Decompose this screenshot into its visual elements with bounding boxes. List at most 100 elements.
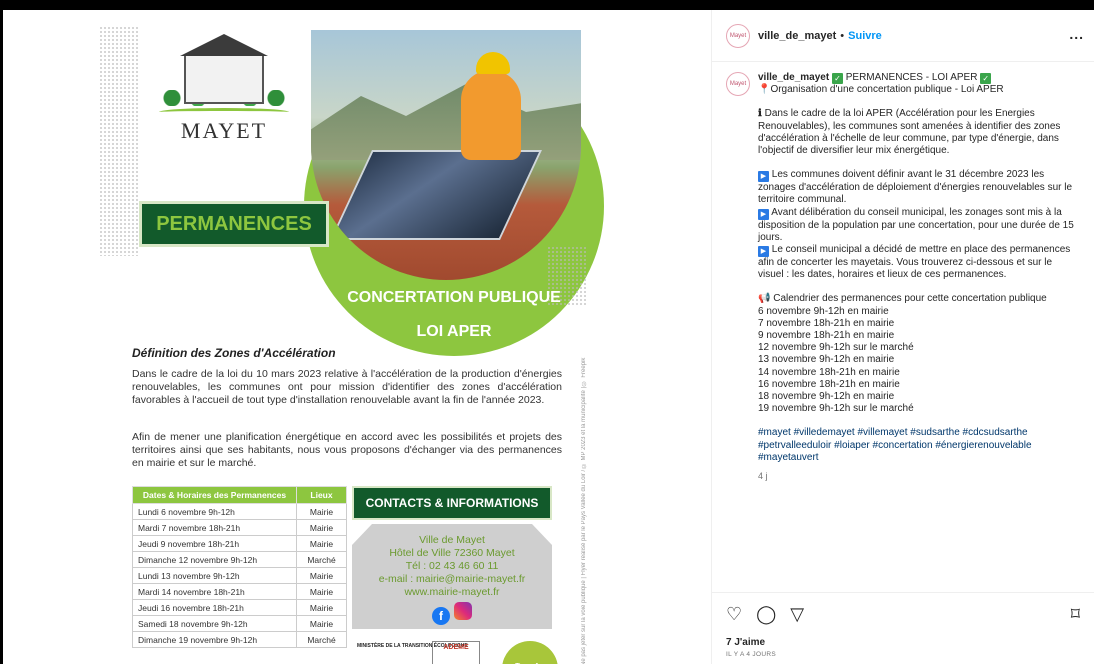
username-link[interactable]: ville_de_mayet: [758, 30, 836, 42]
caption-bullet: Les communes doivent définir avant le 31…: [758, 169, 1075, 206]
date-line: 7 novembre 18h-21h en mairie: [758, 317, 895, 329]
flyer-heading: Définition des Zones d'Accélération: [132, 346, 336, 360]
share-icon[interactable]: ▽: [790, 604, 804, 625]
loir-logo: Loir: [502, 641, 558, 664]
date-line: 9 novembre 18h-21h en mairie: [758, 330, 895, 342]
row-lieu: Mairie: [296, 567, 347, 584]
post-header: Mayet ville_de_mayet • Suivre ...: [712, 10, 1094, 62]
caption-text: ville_de_mayet ✓ PERMANENCES - LOI APER …: [758, 72, 1078, 482]
row-date: Samedi 18 novembre 9h-12h: [132, 615, 297, 632]
logo-name: MAYET: [180, 118, 268, 143]
avatar[interactable]: Mayet: [726, 72, 750, 96]
helmet-shape: [476, 52, 510, 74]
caption-bullet: Le conseil municipal a décidé de mettre …: [758, 244, 1074, 281]
row-date: Dimanche 19 novembre 9h-12h: [132, 631, 297, 648]
contacts-header: CONTACTS & INFORMATIONS: [352, 486, 552, 520]
bookmark-icon[interactable]: ⌑: [1071, 604, 1080, 625]
caption-paragraph: Dans le cadre de la loi APER (Accélérati…: [758, 108, 1064, 157]
flyer-paragraph-2: Afin de mener une planification énergéti…: [132, 431, 562, 469]
partner-logos: MINISTÈRE DE LA TRANSITION ÉCOLOGIQUE AD…: [352, 641, 592, 664]
permanences-banner: PERMANENCES: [139, 201, 329, 247]
date-line: 6 novembre 9h-12h en mairie: [758, 305, 889, 317]
comment-icon[interactable]: ◯: [756, 604, 776, 625]
table-row: Lundi 6 novembre 9h-12h Mairie: [132, 503, 347, 520]
row-lieu: Marché: [296, 551, 347, 568]
heart-icon[interactable]: ♡: [726, 604, 742, 625]
loi-aper-line: LOI APER: [416, 323, 492, 340]
post-media[interactable]: MAYET PERMANENCES CONCERTATION PUBLIQUE …: [3, 10, 712, 664]
row-date: Lundi 6 novembre 9h-12h: [132, 503, 297, 520]
flyer-paragraph-1: Dans le cadre de la loi du 10 mars 2023 …: [132, 368, 562, 406]
logo-house: [180, 34, 268, 104]
mountain-shape: [311, 84, 581, 160]
concertation-title: CONCERTATION PUBLIQUE LOI APER: [329, 281, 579, 349]
date-line: 13 novembre 9h-12h en mairie: [758, 354, 895, 366]
row-date: Mardi 14 novembre 18h-21h: [132, 583, 297, 600]
row-date: Lundi 13 novembre 9h-12h: [132, 567, 297, 584]
caption-title: PERMANENCES - LOI APER: [845, 72, 978, 83]
contact-line: e-mail : mairie@mairie-mayet.fr: [378, 573, 526, 585]
table-row: Samedi 18 novembre 9h-12h Mairie: [132, 615, 347, 632]
table-row: Lundi 13 novembre 9h-12h Mairie: [132, 567, 347, 584]
date-line: 12 novembre 9h-12h sur le marché: [758, 342, 914, 354]
contact-line: Hôtel de Ville 72360 Mayet: [389, 547, 515, 559]
date-line: 16 novembre 18h-21h en mairie: [758, 378, 900, 390]
date-line: 19 novembre 9h-12h sur le marché: [758, 403, 914, 415]
row-lieu: Mairie: [296, 599, 347, 616]
solar-panel-shape: [330, 150, 542, 240]
contacts-box: CONTACTS & INFORMATIONS Ville de Mayet H…: [352, 486, 552, 629]
row-date: Dimanche 12 novembre 9h-12h: [132, 551, 297, 568]
check-icon: ✓: [980, 73, 992, 84]
date-line: 18 novembre 9h-12h en mairie: [758, 391, 895, 403]
check-icon: ✓: [831, 73, 843, 84]
dots-decoration: [99, 26, 139, 256]
row-lieu: Mairie: [296, 519, 347, 536]
flyer-vertical-credit: Ne pas jeter sur la voie publique | Flye…: [581, 357, 587, 664]
date-line: 14 novembre 18h-21h en mairie: [758, 366, 900, 378]
play-icon: ▶: [758, 171, 769, 183]
screen: MAYET PERMANENCES CONCERTATION PUBLIQUE …: [0, 0, 1094, 664]
hashtags[interactable]: #mayet #villedemayet #villemayet #sudsar…: [758, 427, 1078, 464]
table-row: Jeudi 9 novembre 18h-21h Mairie: [132, 535, 347, 552]
mayet-logo: MAYET: [159, 34, 289, 144]
post-modal: MAYET PERMANENCES CONCERTATION PUBLIQUE …: [3, 10, 1094, 664]
caption-time: 4 j: [758, 471, 768, 482]
contacts-body: Ville de Mayet Hôtel de Ville 72360 Maye…: [352, 524, 552, 629]
contact-line: www.mairie-mayet.fr: [404, 586, 500, 598]
concertation-line: CONCERTATION PUBLIQUE: [347, 289, 561, 306]
more-options-icon[interactable]: ...: [1069, 26, 1084, 42]
worker-shape: [461, 70, 521, 160]
row-lieu: Mairie: [296, 615, 347, 632]
caption-line: Organisation d'une concertation publique…: [770, 84, 1004, 96]
social-icons: f: [358, 602, 546, 625]
table-row: Dimanche 12 novembre 9h-12h Marché: [132, 551, 347, 568]
pin-icon: 📍: [758, 84, 771, 96]
separator-dot: •: [840, 29, 845, 42]
row-lieu: Mairie: [296, 503, 347, 520]
likes-count[interactable]: 7 J'aime: [726, 637, 1080, 648]
calendar-title: Calendrier des permanences pour cette co…: [773, 293, 1047, 305]
flyer-image: MAYET PERMANENCES CONCERTATION PUBLIQUE …: [99, 16, 607, 664]
table-row: Jeudi 16 novembre 18h-21h Mairie: [132, 599, 347, 616]
play-icon: ▶: [758, 208, 769, 220]
follow-button[interactable]: Suivre: [848, 30, 882, 42]
contact-line: Tél : 02 43 46 60 11: [405, 560, 499, 572]
row-lieu: Mairie: [296, 583, 347, 600]
instagram-icon: [453, 602, 472, 620]
row-date: Jeudi 9 novembre 18h-21h: [132, 535, 297, 552]
caption-bullet: Avant délibération du conseil municipal,…: [758, 206, 1077, 243]
avatar[interactable]: Mayet: [726, 23, 750, 48]
row-lieu: Marché: [296, 631, 347, 648]
table-row: Dimanche 19 novembre 9h-12h Marché: [132, 631, 347, 648]
table-header-dates: Dates & Horaires des Permanences: [132, 486, 297, 504]
action-row: ♡ ◯ ▽ ⌑: [726, 601, 1080, 627]
megaphone-icon: 📢: [758, 293, 771, 305]
table-row: Mardi 7 novembre 18h-21h Mairie: [132, 519, 347, 536]
ademe-logo: ADEME: [432, 641, 480, 664]
caption-username[interactable]: ville_de_mayet: [758, 72, 829, 83]
facebook-icon: f: [432, 607, 451, 625]
post-side-panel: Mayet ville_de_mayet • Suivre ... Mayet …: [712, 10, 1094, 664]
row-date: Jeudi 16 novembre 18h-21h: [132, 599, 297, 616]
